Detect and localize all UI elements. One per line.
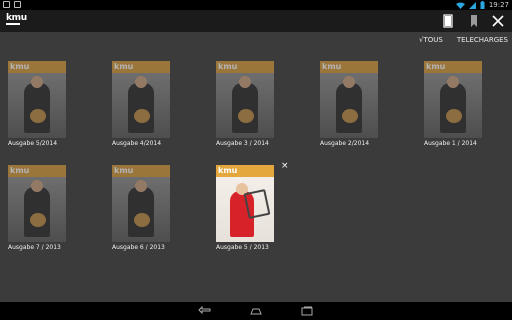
- issue-label: Ausgabe 3 / 2014: [216, 140, 269, 147]
- cover-person-head: [31, 76, 43, 88]
- issue-item[interactable]: kmu Ausgabe 7 / 2013: [8, 165, 66, 251]
- cover-person-head: [31, 180, 43, 192]
- cover-logo: kmu: [218, 62, 238, 71]
- issue-cover[interactable]: kmu: [216, 61, 274, 138]
- status-bar: 19:27: [0, 0, 512, 10]
- issue-label: Ausgabe 2/2014: [320, 140, 370, 147]
- home-icon[interactable]: [249, 306, 263, 316]
- cover-person-head: [239, 76, 251, 88]
- issue-cover[interactable]: kmu: [216, 165, 274, 242]
- battery-icon: [480, 1, 485, 9]
- close-icon[interactable]: [491, 14, 505, 28]
- issue-item[interactable]: kmu Ausgabe 6 / 2013: [112, 165, 170, 251]
- cover-badge: [238, 109, 254, 123]
- grid-view-icon[interactable]: [441, 14, 455, 28]
- message-icon: [14, 1, 21, 8]
- app-logo: kmu: [6, 14, 27, 25]
- app-screen: { "status_bar": { "time": "19:27", "left…: [0, 0, 512, 320]
- cover-header: kmu: [424, 61, 482, 73]
- cover-badge: [30, 213, 46, 227]
- recent-apps-icon[interactable]: [300, 306, 314, 316]
- delete-issue-button[interactable]: ×: [281, 162, 289, 171]
- status-left: [3, 1, 21, 8]
- issue-cover[interactable]: kmu: [8, 61, 66, 138]
- signal-icon: [468, 1, 476, 9]
- system-nav-bar: [0, 302, 512, 320]
- issue-cover[interactable]: kmu: [424, 61, 482, 138]
- notification-icon: [3, 1, 10, 8]
- issue-label: Ausgabe 7 / 2013: [8, 244, 61, 251]
- cover-header: kmu: [320, 61, 378, 73]
- cover-person: [24, 187, 50, 237]
- app-logo-text: kmu: [6, 13, 27, 23]
- status-time: 19:27: [488, 1, 509, 9]
- issue-label: Ausgabe 5/2014: [8, 140, 58, 147]
- cover-badge: [134, 213, 150, 227]
- cover-person: [128, 83, 154, 133]
- issue-item[interactable]: kmu Ausgabe 4/2014: [112, 61, 170, 147]
- cover-logo: kmu: [218, 166, 238, 175]
- action-bar: kmu: [0, 10, 512, 32]
- status-right: 19:27: [455, 1, 509, 9]
- cover-logo: kmu: [114, 62, 134, 71]
- issue-item[interactable]: kmu Ausgabe 1 / 2014: [424, 61, 482, 147]
- cover-logo: kmu: [10, 62, 30, 71]
- cover-header: kmu: [8, 165, 66, 177]
- cover-badge: [134, 109, 150, 123]
- cover-person: [440, 83, 466, 133]
- cover-logo: kmu: [426, 62, 446, 71]
- issue-item[interactable]: kmu Ausgabe 2/2014: [320, 61, 378, 147]
- cover-header: kmu: [112, 61, 170, 73]
- issue-label: Ausgabe 1 / 2014: [424, 140, 477, 147]
- cover-person: [232, 83, 258, 133]
- cover-header: kmu: [112, 165, 170, 177]
- logo-underline: [6, 23, 20, 25]
- cover-logo: kmu: [114, 166, 134, 175]
- cover-badge: [30, 109, 46, 123]
- cover-logo: kmu: [10, 166, 30, 175]
- issue-cover[interactable]: kmu: [112, 165, 170, 242]
- issue-label: Ausgabe 5 / 2013: [216, 244, 269, 251]
- tab-tous[interactable]: √TOUS: [419, 36, 443, 44]
- tab-telecharges[interactable]: TELECHARGES: [457, 36, 508, 44]
- issue-cover[interactable]: kmu: [320, 61, 378, 138]
- cover-person-head: [447, 76, 459, 88]
- cover-header: kmu: [8, 61, 66, 73]
- issue-item[interactable]: kmu Ausgabe 3 / 2014: [216, 61, 274, 147]
- bookmark-icon[interactable]: [467, 14, 481, 28]
- cover-logo: kmu: [322, 62, 342, 71]
- wifi-icon: [455, 2, 465, 9]
- cover-badge: [342, 109, 358, 123]
- cover-header: kmu: [216, 61, 274, 73]
- issue-item-downloaded[interactable]: kmu Ausgabe 5 / 2013: [216, 165, 274, 251]
- cover-person: [24, 83, 50, 133]
- cover-person: [336, 83, 362, 133]
- issue-label: Ausgabe 4/2014: [112, 140, 162, 147]
- cover-person-head: [135, 180, 147, 192]
- cover-person: [128, 187, 154, 237]
- filter-tabs: √TOUS TELECHARGES: [419, 36, 508, 44]
- issue-cover[interactable]: kmu: [8, 165, 66, 242]
- issue-cover[interactable]: kmu: [112, 61, 170, 138]
- cover-header: kmu: [216, 165, 274, 177]
- issue-label: Ausgabe 6 / 2013: [112, 244, 165, 251]
- cover-badge: [446, 109, 462, 123]
- back-icon[interactable]: [198, 306, 212, 316]
- cover-person-head: [135, 76, 147, 88]
- issue-item[interactable]: kmu Ausgabe 5/2014: [8, 61, 66, 147]
- cover-person-head: [343, 76, 355, 88]
